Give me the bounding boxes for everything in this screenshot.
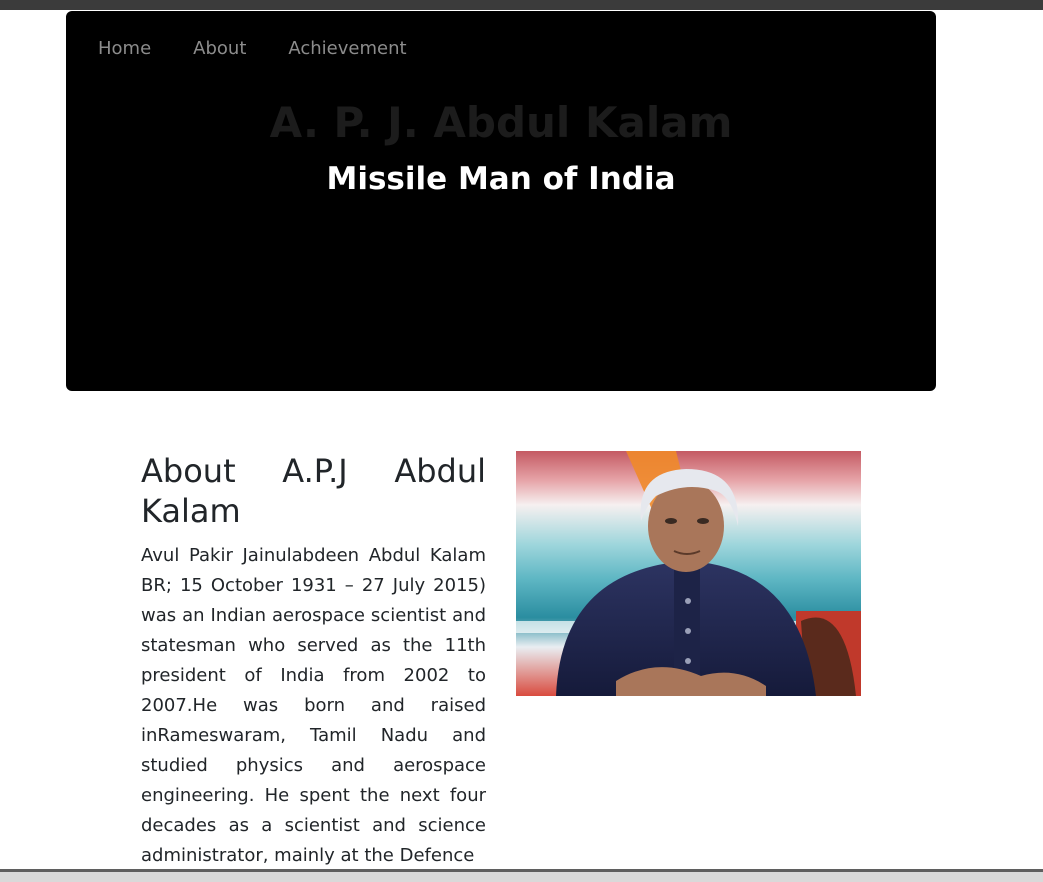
hero-title: A. P. J. Abdul Kalam (269, 98, 733, 147)
horizontal-scrollbar[interactable] (0, 869, 1043, 882)
about-paragraph: Avul Pakir Jainulabdeen Abdul Kalam BR; … (141, 545, 486, 866)
main-nav: Home About Achievement (98, 35, 449, 63)
nav-link-home[interactable]: Home (98, 35, 151, 63)
nav-link-achievement[interactable]: Achievement (288, 35, 406, 63)
portrait-image (516, 451, 861, 696)
nav-link-about[interactable]: About (193, 35, 246, 63)
browser-top-bar (0, 0, 1043, 10)
about-heading: About A.P.J Abdul Kalam (141, 452, 486, 530)
hero-banner: Home About Achievement A. P. J. Abdul Ka… (66, 11, 936, 391)
about-section: About A.P.J Abdul Kalam Avul Pakir Jainu… (141, 451, 486, 871)
portrait-illustration (516, 451, 861, 696)
hero-subtitle: Missile Man of India (326, 161, 676, 197)
